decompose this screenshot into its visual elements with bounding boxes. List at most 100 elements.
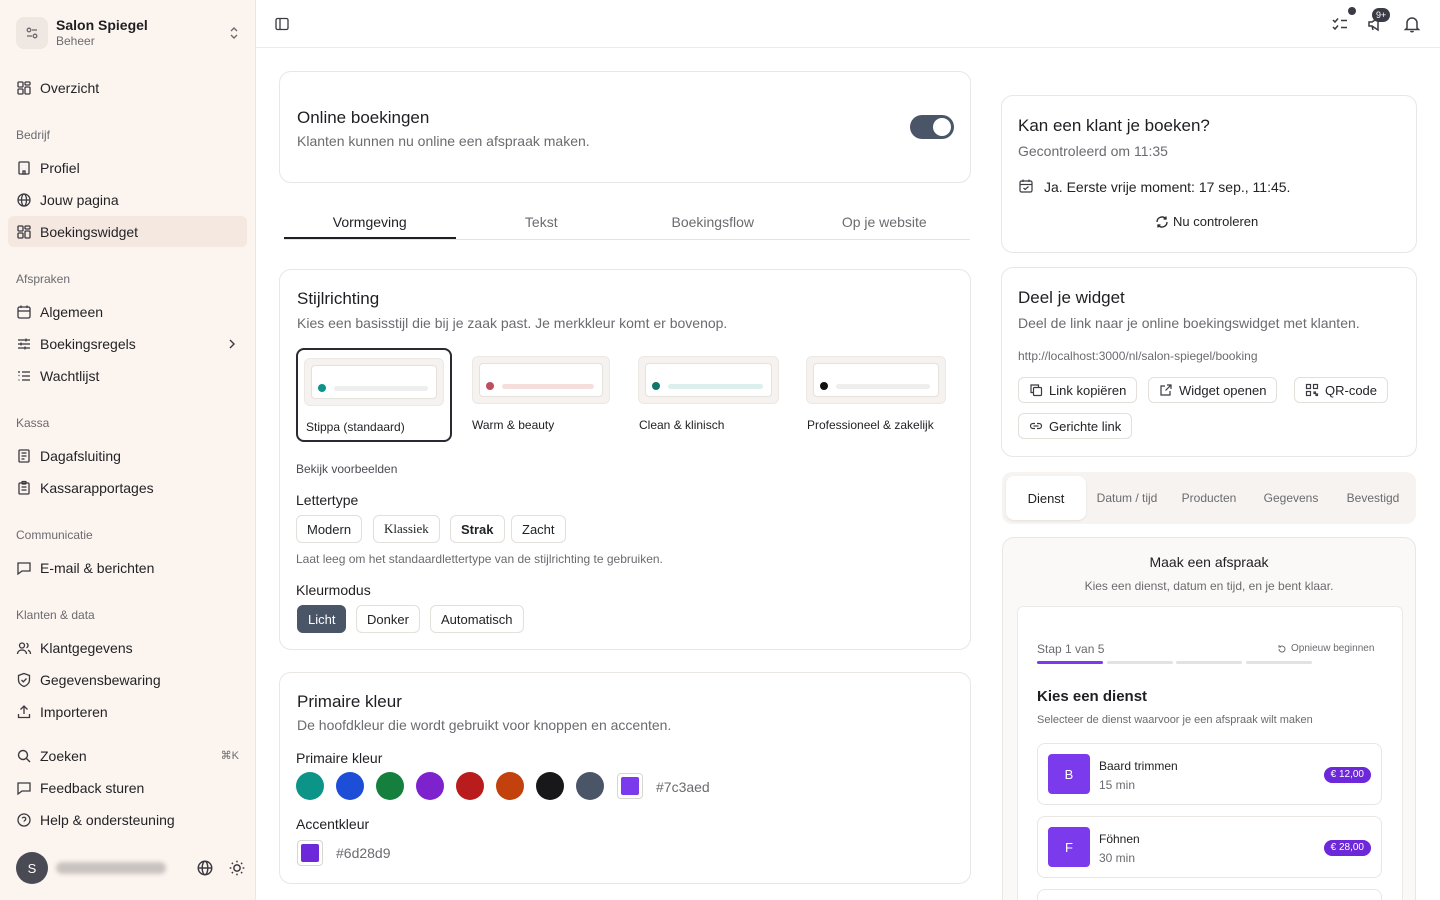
style-preview <box>472 356 610 404</box>
color-swatch-red[interactable] <box>456 772 484 800</box>
style-dot <box>318 384 326 392</box>
color-mode-automatisch[interactable]: Automatisch <box>430 605 524 633</box>
service-price: € 28,00 <box>1323 840 1371 856</box>
font-option-modern[interactable]: Modern <box>296 515 363 543</box>
sidebar-item-label: Boekingswidget <box>40 223 139 240</box>
accent-color-value: #6d28d9 <box>336 845 391 861</box>
style-label: Warm & beauty <box>472 418 555 432</box>
booking-check-time: Gecontroleerd om 11:35 <box>1018 143 1168 159</box>
sliders-icon <box>16 336 32 352</box>
chevron-up-down-icon <box>226 25 242 41</box>
color-mode-donker[interactable]: Donker <box>356 605 420 633</box>
grid-icon <box>16 224 32 240</box>
tab-op-je-website[interactable]: Op je website <box>799 208 971 239</box>
nav-group-klanten: Klanten & data <box>16 608 95 622</box>
org-switcher[interactable]: Salon Spiegel Beheer <box>16 16 242 50</box>
sidebar-item-klantgegevens[interactable]: Klantgegevens <box>8 632 247 663</box>
tab-boekingsflow[interactable]: Boekingsflow <box>627 208 799 239</box>
color-swatch-blue[interactable] <box>336 772 364 800</box>
preview-step-producten[interactable]: Producten <box>1172 476 1246 520</box>
color-swatch-green[interactable] <box>376 772 404 800</box>
color-mode-licht[interactable]: Licht <box>297 605 347 633</box>
style-option-stippa[interactable]: Stippa (standaard) <box>296 348 452 442</box>
share-widget-desc: Deel de link naar je online boekingswidg… <box>1018 315 1360 331</box>
sidebar-item-profiel[interactable]: Profiel <box>8 152 247 183</box>
tab-tekst[interactable]: Tekst <box>456 208 628 239</box>
sun-icon[interactable] <box>228 859 246 877</box>
sidebar-item-importeren[interactable]: Importeren <box>8 696 247 727</box>
color-swatch-orange[interactable] <box>496 772 524 800</box>
style-preview <box>806 356 946 404</box>
bell-icon[interactable] <box>1402 14 1422 34</box>
open-widget-button[interactable]: Widget openen <box>1148 377 1278 403</box>
sidebar-item-kassarapportages[interactable]: Kassarapportages <box>8 472 247 503</box>
copy-link-button[interactable]: Link kopiëren <box>1018 377 1138 403</box>
nav-group-bedrijf: Bedrijf <box>16 128 51 142</box>
preview-step-bevestigd[interactable]: Bevestigd <box>1336 476 1410 520</box>
message-square-icon <box>16 560 32 576</box>
custom-color-picker[interactable] <box>617 773 643 799</box>
sidebar-item-feedback[interactable]: Feedback sturen <box>8 772 247 803</box>
color-swatch-teal[interactable] <box>296 772 324 800</box>
service-card[interactable]: B Baard trimmen 15 min € 12,00 <box>1037 743 1382 805</box>
sidebar-item-help[interactable]: Help & ondersteuning <box>8 804 247 835</box>
calendar-check-icon <box>1018 178 1034 194</box>
font-option-zacht[interactable]: Zacht <box>511 515 566 543</box>
online-bookings-toggle[interactable] <box>910 115 954 139</box>
targeted-link-button[interactable]: Gerichte link <box>1018 413 1133 439</box>
nav-group-afspraken: Afspraken <box>16 272 71 286</box>
globe-icon <box>16 192 32 208</box>
sidebar-toggle-icon[interactable] <box>274 16 290 32</box>
color-swatch-purple[interactable] <box>416 772 444 800</box>
service-card[interactable]: F Föhnen 30 min € 28,00 <box>1037 816 1382 878</box>
service-duration: 15 min <box>1099 778 1136 792</box>
sidebar-item-label: Algemeen <box>40 303 104 320</box>
sidebar-item-zoeken[interactable]: Zoeken ⌘K <box>8 740 247 771</box>
primary-color-desc: De hoofdkleur die wordt gebruikt voor kn… <box>297 717 672 733</box>
sidebar-item-overzicht[interactable]: Overzicht <box>8 72 247 103</box>
service-card-partial[interactable] <box>1037 889 1382 900</box>
color-swatch-black[interactable] <box>536 772 564 800</box>
checklist-icon[interactable] <box>1330 14 1350 34</box>
widget-url[interactable]: http://localhost:3000/nl/salon-spiegel/b… <box>1018 349 1258 363</box>
sidebar-item-boekingswidget[interactable]: Boekingswidget <box>8 216 247 247</box>
org-name: Salon Spiegel <box>56 17 148 33</box>
tab-vormgeving[interactable]: Vormgeving <box>284 208 456 239</box>
restart-button[interactable]: Opnieuw beginnen <box>1277 643 1374 654</box>
updates-badge: 9+ <box>1372 8 1391 22</box>
help-circle-icon <box>16 812 32 828</box>
preview-step-gegevens[interactable]: Gegevens <box>1254 476 1328 520</box>
toggle-knob <box>933 118 951 136</box>
chevron-right-icon <box>225 337 239 351</box>
color-mode-label: Kleurmodus <box>296 582 371 598</box>
sidebar-item-email[interactable]: E-mail & berichten <box>8 552 247 583</box>
preview-step-datum[interactable]: Datum / tijd <box>1094 476 1160 520</box>
font-option-strak[interactable]: Strak <box>450 515 505 543</box>
style-option-professioneel[interactable]: Professioneel & zakelijk <box>799 348 959 442</box>
sidebar-item-label: Dagafsluiting <box>40 447 121 464</box>
service-section-title: Kies een dienst <box>1037 688 1148 705</box>
font-option-klassiek[interactable]: Klassiek <box>373 515 440 543</box>
search-icon <box>16 748 32 764</box>
view-examples-link[interactable]: Bekijk voorbeelden <box>296 462 397 476</box>
color-swatch-slate[interactable] <box>576 772 604 800</box>
user-menu[interactable]: S <box>16 852 246 884</box>
sidebar-item-dagafsluiting[interactable]: Dagafsluiting <box>8 440 247 471</box>
sidebar-item-label: Importeren <box>40 703 108 720</box>
org-logo-icon <box>16 17 48 49</box>
shortcut-hint: ⌘K <box>220 750 239 762</box>
sidebar-item-label: Klantgegevens <box>40 639 133 656</box>
sidebar-item-wachtlijst[interactable]: Wachtlijst <box>8 360 247 391</box>
globe-icon[interactable] <box>196 859 214 877</box>
sidebar-item-jouw-pagina[interactable]: Jouw pagina <box>8 184 247 215</box>
style-option-clean[interactable]: Clean & klinisch <box>631 348 781 442</box>
style-option-warm[interactable]: Warm & beauty <box>464 348 614 442</box>
preview-step-dienst[interactable]: Dienst <box>1006 476 1086 520</box>
check-now-button[interactable]: Nu controleren <box>1155 214 1258 229</box>
sidebar-item-algemeen[interactable]: Algemeen <box>8 296 247 327</box>
clipboard-icon <box>16 480 32 496</box>
accent-color-picker[interactable] <box>297 840 323 866</box>
qr-code-button[interactable]: QR-code <box>1294 377 1389 403</box>
sidebar-item-gegevensbewaring[interactable]: Gegevensbewaring <box>8 664 247 695</box>
sidebar-item-boekingsregels[interactable]: Boekingsregels <box>8 328 247 359</box>
